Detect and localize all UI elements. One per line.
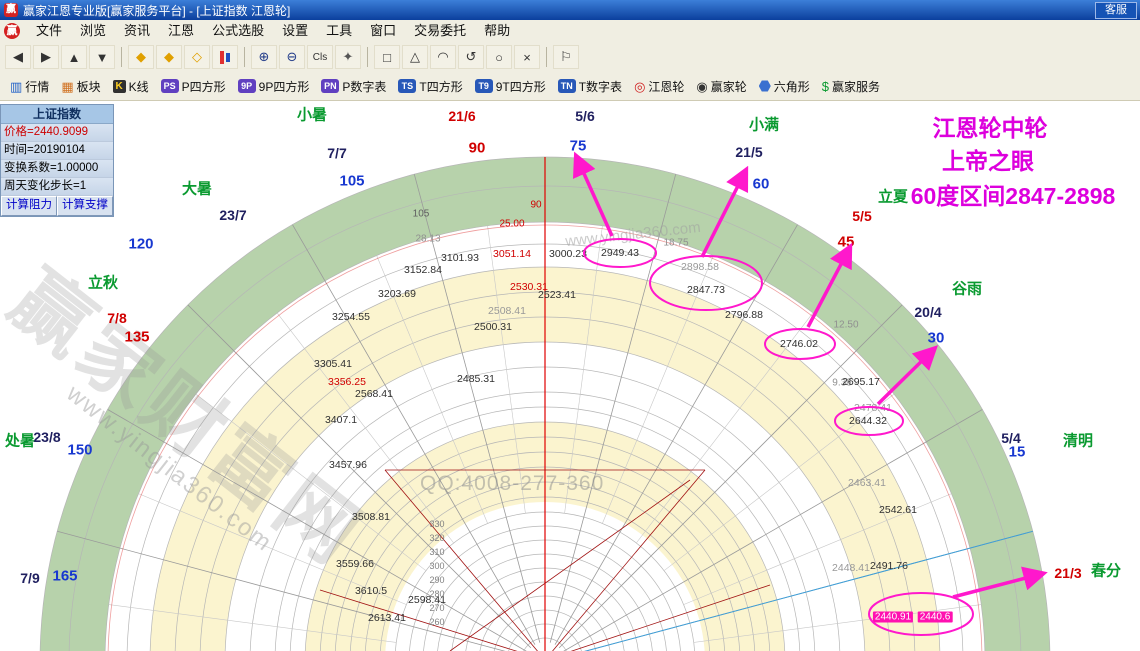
forward-icon[interactable]: ▶ xyxy=(33,45,59,69)
hangqing-button[interactable]: ▥ 行情 xyxy=(4,75,55,97)
t-square-icon: TS xyxy=(398,79,417,93)
9t-square-label: 9T四方形 xyxy=(495,79,546,94)
main-toolbar: ◀ ▶ ▲ ▼ ◆ ◆ ◇ ⊕ ⊖ Cls ✦ □ △ ◠ ↺ ○ × ⚐ xyxy=(0,42,1140,73)
bankuai-label: 板块 xyxy=(76,79,101,94)
hexagon-label: 六角形 xyxy=(773,79,810,94)
rotate-tool-icon[interactable]: ↺ xyxy=(458,45,484,69)
app-icon: 赢 xyxy=(4,3,18,17)
symbol-name: 上证指数 xyxy=(1,105,113,124)
ellipse-tool-icon[interactable]: ○ xyxy=(486,45,512,69)
cls-icon[interactable]: Cls xyxy=(307,45,333,69)
calc-support-button[interactable]: 计算支撑 xyxy=(57,196,113,216)
bankuai-icon: ▦ xyxy=(61,78,74,94)
back-icon[interactable]: ◀ xyxy=(5,45,31,69)
bankuai-button[interactable]: ▦ 板块 xyxy=(55,75,106,97)
9p-square-icon: 9P xyxy=(237,79,256,93)
diamond-cycle-icon[interactable]: ◆ xyxy=(156,45,182,69)
winner-service-label: 赢家服务 xyxy=(832,79,881,94)
menu-item-1[interactable]: 文件 xyxy=(27,20,71,42)
menu-items: 文件 浏览 资讯 江恩 公式选股 设置 工具 窗口 交易委托 帮助 xyxy=(27,20,519,42)
p-table-button[interactable]: PN P数字表 xyxy=(315,75,392,97)
menu-item-5[interactable]: 公式选股 xyxy=(203,20,273,42)
hangqing-icon: ▥ xyxy=(10,78,23,94)
marker-icon[interactable]: ✦ xyxy=(335,45,361,69)
t-square-button[interactable]: TS T四方形 xyxy=(392,75,468,97)
9t-square-button[interactable]: T9 9T四方形 xyxy=(469,75,552,97)
flag-tool-icon[interactable]: ⚐ xyxy=(553,45,579,69)
gann-wheel-icon: ◎ xyxy=(634,78,646,94)
menu-item-4[interactable]: 江恩 xyxy=(159,20,203,42)
erase-tool-icon[interactable]: × xyxy=(514,45,540,69)
kline-view-icon: K xyxy=(112,79,126,93)
kline-view-button[interactable]: K K线 xyxy=(107,75,155,97)
gann-wheel-label: 江恩轮 xyxy=(648,79,685,94)
hangqing-label: 行情 xyxy=(25,79,50,94)
p-square-label: P四方形 xyxy=(181,79,226,94)
p-square-icon: PS xyxy=(160,79,179,93)
quote-info-row-4: 周天变化步长=1 xyxy=(1,178,113,196)
p-square-button[interactable]: PS P四方形 xyxy=(155,75,232,97)
hexagon-button[interactable]: 六角形 xyxy=(753,75,816,97)
winner-service-button[interactable]: $ 赢家服务 xyxy=(816,75,886,97)
winner-wheel-button[interactable]: ◉ 赢家轮 xyxy=(690,75,752,97)
9t-square-icon: T9 xyxy=(474,79,493,93)
window-title: 赢家江恩专业版[赢家服务平台] - [上证指数 江恩轮] xyxy=(23,3,291,18)
brand-logo-icon: 赢 xyxy=(4,23,20,39)
arc-tool-icon[interactable]: ◠ xyxy=(430,45,456,69)
rect-tool-icon[interactable]: □ xyxy=(374,45,400,69)
menu-item-3[interactable]: 资讯 xyxy=(115,20,159,42)
quote-info-row-1: 价格=2440.9099 xyxy=(1,124,113,142)
titlebar: 赢 赢家江恩专业版[赢家服务平台] - [上证指数 江恩轮] 客服 xyxy=(0,0,1140,20)
kline-icon[interactable] xyxy=(212,45,238,69)
toolbar-separator xyxy=(546,47,547,67)
t-table-icon: TN xyxy=(557,79,576,93)
menu-item-6[interactable]: 设置 xyxy=(273,20,317,42)
winner-wheel-label: 赢家轮 xyxy=(710,79,747,94)
menubar: 赢 文件 浏览 资讯 江恩 公式选股 设置 工具 窗口 交易委托 帮助 xyxy=(0,20,1140,43)
triangle-tool-icon[interactable]: △ xyxy=(402,45,428,69)
winner-service-icon: $ xyxy=(821,78,830,94)
view-toolbar: ▥ 行情 ▦ 板块 K K线 PS P四方形 9P 9P四方形 PN P数字表 TS T四方形 T9 9T四方… xyxy=(0,72,1140,101)
menu-item-2[interactable]: 浏览 xyxy=(71,20,115,42)
main-toolbar-items: ◀ ▶ ▲ ▼ ◆ ◆ ◇ ⊕ ⊖ Cls ✦ □ △ ◠ ↺ ○ × ⚐ xyxy=(4,45,580,69)
quote-info-row-2: 时间=20190104 xyxy=(1,142,113,160)
menu-item-9[interactable]: 交易委托 xyxy=(405,20,475,42)
t-square-label: T四方形 xyxy=(419,79,463,94)
menu-item-8[interactable]: 窗口 xyxy=(361,20,405,42)
quote-info-panel: 上证指数 价格=2440.9099 时间=20190104 变换系数=1.00000… xyxy=(0,104,114,217)
toolbar-separator xyxy=(244,47,245,67)
quote-info-buttons: 计算阻力 计算支撑 xyxy=(1,196,113,216)
toolbar-separator xyxy=(367,47,368,67)
zoom-out-icon[interactable]: ⊖ xyxy=(279,45,305,69)
diamond-open-icon[interactable]: ◇ xyxy=(184,45,210,69)
9p-square-label: 9P四方形 xyxy=(258,79,310,94)
9p-square-button[interactable]: 9P 9P四方形 xyxy=(232,75,316,97)
customer-service-button[interactable]: 客服 xyxy=(1095,2,1137,19)
p-table-label: P数字表 xyxy=(342,79,387,94)
menu-item-7[interactable]: 工具 xyxy=(317,20,361,42)
diamond-gold-icon[interactable]: ◆ xyxy=(128,45,154,69)
winner-wheel-icon: ◉ xyxy=(696,78,708,94)
p-table-icon: PN xyxy=(321,79,340,93)
gann-wheel-button[interactable]: ◎ 江恩轮 xyxy=(628,75,690,97)
t-table-label: T数字表 xyxy=(578,79,623,94)
t-table-button[interactable]: TN T数字表 xyxy=(552,75,628,97)
toolbar-separator xyxy=(121,47,122,67)
zoom-in-icon[interactable]: ⊕ xyxy=(251,45,277,69)
down-icon[interactable]: ▼ xyxy=(89,45,115,69)
quote-info-row-3: 变换系数=1.00000 xyxy=(1,160,113,178)
view-toolbar-items: ▥ 行情 ▦ 板块 K K线 PS P四方形 9P 9P四方形 PN P数字表 TS T四方形 T9 9T四方… xyxy=(4,75,886,97)
hexagon-icon xyxy=(758,80,771,92)
calc-resistance-button[interactable]: 计算阻力 xyxy=(1,196,57,216)
up-icon[interactable]: ▲ xyxy=(61,45,87,69)
quote-info-rows: 价格=2440.9099 时间=20190104 变换系数=1.00000 周天变化步… xyxy=(1,124,113,196)
kline-view-label: K线 xyxy=(128,79,149,94)
menu-item-10[interactable]: 帮助 xyxy=(475,20,519,42)
